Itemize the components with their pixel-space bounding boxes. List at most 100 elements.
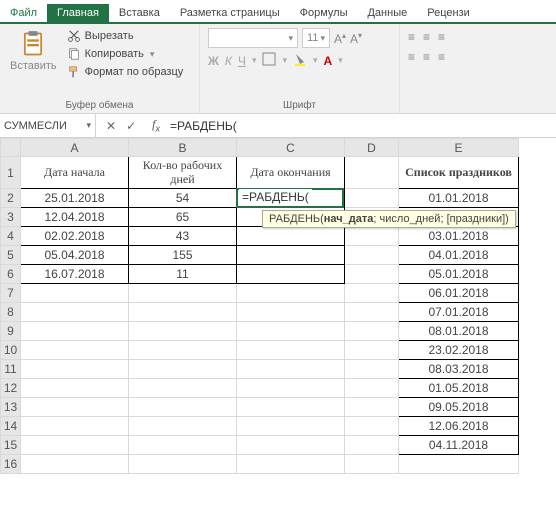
cell[interactable]	[129, 284, 237, 303]
cut-button[interactable]: Вырезать	[65, 28, 186, 44]
cell[interactable]	[237, 303, 345, 322]
cell[interactable]	[345, 436, 399, 455]
cell[interactable]	[345, 303, 399, 322]
cell[interactable]	[345, 379, 399, 398]
cell[interactable]	[345, 398, 399, 417]
row-header[interactable]: 2	[1, 189, 21, 208]
align-bottom-icon[interactable]: ≡	[438, 30, 445, 44]
cell[interactable]	[237, 398, 345, 417]
cell[interactable]: 16.07.2018	[21, 265, 129, 284]
cell[interactable]: 11	[129, 265, 237, 284]
grow-font-icon[interactable]: A▴	[334, 31, 346, 46]
bold-button[interactable]: Ж	[208, 54, 219, 68]
accept-formula-icon[interactable]: ✓	[126, 119, 136, 133]
row-header[interactable]: 5	[1, 246, 21, 265]
cell[interactable]: Список праздников	[399, 157, 519, 189]
align-right-icon[interactable]: ≡	[438, 50, 445, 64]
cell[interactable]	[237, 246, 345, 265]
cell[interactable]: 01.01.2018	[399, 189, 519, 208]
tab-review[interactable]: Рецензи	[417, 4, 480, 22]
cell[interactable]: 05.01.2018	[399, 265, 519, 284]
cell[interactable]: 07.01.2018	[399, 303, 519, 322]
cell[interactable]: 12.06.2018	[399, 417, 519, 436]
row-header[interactable]: 1	[1, 157, 21, 189]
cell[interactable]	[237, 322, 345, 341]
cell[interactable]: 43	[129, 227, 237, 246]
cell[interactable]	[21, 398, 129, 417]
shrink-font-icon[interactable]: A▾	[350, 31, 362, 46]
cell[interactable]: 155	[129, 246, 237, 265]
cell[interactable]	[237, 265, 345, 284]
cell[interactable]	[129, 303, 237, 322]
cell[interactable]	[345, 455, 399, 474]
row-header[interactable]: 3	[1, 208, 21, 227]
cell[interactable]: 25.01.2018	[21, 189, 129, 208]
format-painter-button[interactable]: Формат по образцу	[65, 64, 186, 80]
tab-file[interactable]: Файл	[0, 4, 47, 22]
cell[interactable]: 23.02.2018	[399, 341, 519, 360]
cell[interactable]: Кол-во рабочих дней	[129, 157, 237, 189]
col-header-b[interactable]: B	[129, 139, 237, 157]
spreadsheet-grid[interactable]: A B C D E 1 Дата начала Кол-во рабочих д…	[0, 138, 556, 474]
border-button[interactable]	[262, 52, 276, 69]
cell[interactable]: 06.01.2018	[399, 284, 519, 303]
cell[interactable]	[345, 265, 399, 284]
cell[interactable]	[21, 341, 129, 360]
row-header[interactable]: 15	[1, 436, 21, 455]
cell[interactable]	[345, 189, 399, 208]
cell[interactable]	[21, 322, 129, 341]
cell[interactable]	[21, 360, 129, 379]
cell[interactable]: 04.01.2018	[399, 246, 519, 265]
name-box[interactable]: СУММЕСЛИ ▾	[0, 114, 96, 137]
cell[interactable]: 08.03.2018	[399, 360, 519, 379]
cell[interactable]	[237, 360, 345, 379]
col-header-c[interactable]: C	[237, 139, 345, 157]
cell[interactable]: 54	[129, 189, 237, 208]
row-header[interactable]: 13	[1, 398, 21, 417]
cell[interactable]	[345, 227, 399, 246]
cell[interactable]: 01.05.2018	[399, 379, 519, 398]
cell[interactable]: 04.11.2018	[399, 436, 519, 455]
fill-color-button[interactable]	[293, 52, 307, 69]
tab-page-layout[interactable]: Разметка страницы	[170, 4, 290, 22]
cell[interactable]	[345, 246, 399, 265]
align-center-icon[interactable]: ≡	[423, 50, 430, 64]
cell[interactable]	[237, 341, 345, 360]
font-name-select[interactable]: ▾	[208, 28, 298, 48]
cell[interactable]	[237, 436, 345, 455]
col-header-d[interactable]: D	[345, 139, 399, 157]
formula-input[interactable]: =РАБДЕНЬ(	[166, 119, 556, 133]
cell[interactable]	[129, 455, 237, 474]
row-header[interactable]: 7	[1, 284, 21, 303]
cell[interactable]	[21, 284, 129, 303]
col-header-e[interactable]: E	[399, 139, 519, 157]
cell[interactable]	[345, 360, 399, 379]
row-header[interactable]: 14	[1, 417, 21, 436]
align-top-icon[interactable]: ≡	[408, 30, 415, 44]
chevron-down-icon[interactable]: ▾	[86, 120, 91, 131]
cell[interactable]	[21, 455, 129, 474]
row-header[interactable]: 16	[1, 455, 21, 474]
cell[interactable]: 65	[129, 208, 237, 227]
cancel-formula-icon[interactable]: ✕	[106, 119, 116, 133]
fx-icon[interactable]: fx	[146, 117, 166, 133]
cell[interactable]	[345, 284, 399, 303]
row-header[interactable]: 6	[1, 265, 21, 284]
row-header[interactable]: 8	[1, 303, 21, 322]
cell[interactable]	[21, 303, 129, 322]
italic-button[interactable]: К	[225, 54, 232, 68]
cell[interactable]: 08.01.2018	[399, 322, 519, 341]
font-color-button[interactable]: A	[324, 54, 333, 68]
cell[interactable]	[237, 455, 345, 474]
cell[interactable]	[237, 284, 345, 303]
cell[interactable]: 12.04.2018	[21, 208, 129, 227]
cell[interactable]	[345, 322, 399, 341]
cell[interactable]	[129, 436, 237, 455]
row-header[interactable]: 9	[1, 322, 21, 341]
row-header[interactable]: 4	[1, 227, 21, 246]
tab-home[interactable]: Главная	[47, 4, 109, 22]
col-header-a[interactable]: A	[21, 139, 129, 157]
cell[interactable]: Дата окончания	[237, 157, 345, 189]
align-middle-icon[interactable]: ≡	[423, 30, 430, 44]
cell[interactable]	[129, 341, 237, 360]
